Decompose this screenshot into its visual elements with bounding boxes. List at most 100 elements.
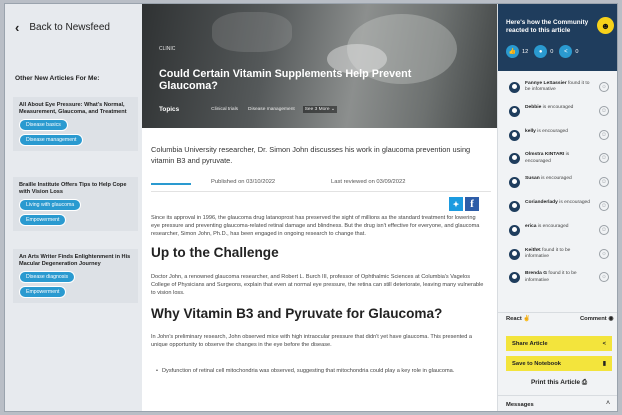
avatar bbox=[509, 177, 520, 189]
hero-image-decoration bbox=[212, 12, 292, 52]
chat-icon: ◉ bbox=[608, 316, 614, 322]
community-header: Here's how the Community reacted to this… bbox=[498, 4, 617, 71]
sidebar-heading: Other New Articles For Me: bbox=[15, 75, 100, 82]
avatar bbox=[509, 153, 520, 165]
lightbulb-icon: ☼ bbox=[599, 82, 609, 92]
thumbs-up-icon: 👍 bbox=[506, 45, 519, 58]
comment-label: Comment bbox=[580, 316, 607, 322]
share-icon: < bbox=[559, 45, 573, 58]
chevron-left-icon: ‹ bbox=[15, 20, 20, 35]
related-articles-sidebar: ‹ Back to Newsfeed Other New Articles Fo… bbox=[5, 4, 142, 411]
reactor-name: erica bbox=[525, 223, 537, 229]
comment-button[interactable]: Comment ◉ bbox=[580, 316, 613, 322]
reactor-name: Debbie bbox=[525, 104, 542, 110]
tag-pill[interactable]: Living with glaucoma bbox=[19, 199, 82, 211]
reactor-name: Susan bbox=[525, 176, 540, 182]
share-article-label: Share Article bbox=[512, 340, 548, 347]
article-intro: Columbia University researcher, Dr. Simo… bbox=[151, 145, 471, 165]
community-heading: Here's how the Community reacted to this… bbox=[506, 19, 589, 35]
avatar bbox=[509, 105, 520, 117]
reaction-text: is encouraged bbox=[537, 223, 569, 229]
reaction-item: Fannye LeSassier found it to be informat… bbox=[498, 77, 617, 101]
smile-icon: ☺ bbox=[599, 153, 609, 164]
messages-bar[interactable]: Messages ˄ bbox=[498, 395, 617, 411]
react-button[interactable]: React ✌ bbox=[506, 316, 531, 322]
avatar bbox=[509, 272, 520, 284]
divider bbox=[151, 191, 491, 192]
reaction-text: is encouraged bbox=[542, 104, 574, 110]
reviewed-date: Last reviewed on 03/09/2022 bbox=[331, 179, 406, 185]
tag-pill[interactable]: Empowerment bbox=[19, 286, 67, 298]
smile-icon: ☺ bbox=[599, 129, 609, 140]
related-article-title[interactable]: All About Eye Pressure: What's Normal, M… bbox=[19, 102, 132, 116]
tag-pill[interactable]: Empowerment bbox=[19, 214, 67, 226]
paragraph: In John's preliminary research, John obs… bbox=[151, 334, 473, 349]
save-to-notebook-button[interactable]: Save to Notebook ▮ bbox=[506, 356, 612, 371]
article-hero: CLINIC Could Certain Vitamin Supplements… bbox=[142, 4, 497, 128]
related-article-card[interactable]: All About Eye Pressure: What's Normal, M… bbox=[13, 97, 138, 151]
reactor-name: Brenda G bbox=[525, 271, 548, 277]
avatar bbox=[509, 129, 520, 141]
react-comment-bar: React ✌ Comment ◉ bbox=[498, 312, 617, 324]
published-date: Published on 03/10/2022 bbox=[211, 179, 276, 185]
print-article-button[interactable]: Print this Article ⎙ bbox=[498, 379, 617, 387]
share-article-button[interactable]: Share Article < bbox=[506, 336, 612, 351]
save-label: Save to Notebook bbox=[512, 360, 561, 367]
see-more-topics-button[interactable]: See 3 More ⌄ bbox=[302, 106, 337, 113]
comment-value: 0 bbox=[550, 48, 554, 55]
reaction-text: is encouraged bbox=[559, 199, 590, 205]
paragraph: Since its approval in 1996, the glaucoma… bbox=[151, 215, 480, 238]
reaction-text: is encouraged bbox=[541, 176, 572, 182]
list-item: Dysfunction of retinal cell mitochondria… bbox=[156, 367, 486, 375]
comment-icon: ● bbox=[534, 45, 548, 58]
reaction-feed: Fannye LeSassier found it to be informat… bbox=[498, 77, 617, 291]
smile-icon: ☺ bbox=[599, 105, 609, 116]
section-heading: Up to the Challenge bbox=[151, 245, 279, 260]
back-label: Back to Newsfeed bbox=[29, 22, 110, 33]
app-window: ‹ Back to Newsfeed Other New Articles Fo… bbox=[4, 3, 618, 412]
back-to-newsfeed-link[interactable]: ‹ Back to Newsfeed bbox=[15, 21, 110, 34]
react-label: React bbox=[506, 316, 522, 322]
share-count[interactable]: < 0 bbox=[559, 45, 578, 58]
reactor-name: KeithK bbox=[525, 247, 541, 253]
avatar bbox=[509, 248, 520, 260]
print-label: Print this Article bbox=[530, 379, 581, 386]
related-article-title[interactable]: An Arts Writer Finds Enlightenment in Hi… bbox=[19, 254, 132, 268]
smile-icon: ☺ bbox=[599, 200, 609, 211]
emoji-reaction-icon[interactable]: ☻ bbox=[597, 17, 614, 34]
smile-icon: ☺ bbox=[599, 224, 609, 235]
reactor-name: Corianderlady bbox=[525, 199, 558, 205]
paragraph: Doctor John, a renowned glaucoma researc… bbox=[151, 274, 484, 297]
topic-tag[interactable]: Disease management bbox=[246, 106, 297, 113]
related-article-card[interactable]: Braille Institute Offers Tips to Help Co… bbox=[13, 177, 138, 231]
thumbs-up-count[interactable]: 👍 12 bbox=[506, 45, 528, 58]
messages-label: Messages bbox=[506, 402, 534, 408]
tag-pill[interactable]: Disease basics bbox=[19, 119, 68, 131]
reaction-icon: ✌ bbox=[523, 316, 531, 322]
share-icon: < bbox=[602, 340, 606, 347]
comment-count[interactable]: ● 0 bbox=[534, 45, 553, 58]
community-panel: Here's how the Community reacted to this… bbox=[497, 4, 617, 411]
tag-pill[interactable]: Disease management bbox=[19, 134, 84, 146]
chevron-up-icon[interactable]: ˄ bbox=[606, 400, 610, 407]
topics-label: Topics bbox=[159, 106, 180, 113]
accent-rule bbox=[151, 183, 191, 185]
reaction-item: Brenda G found it to be informative ☼ bbox=[498, 267, 617, 291]
related-article-card[interactable]: An Arts Writer Finds Enlightenment in Hi… bbox=[13, 249, 138, 303]
print-icon: ⎙ bbox=[581, 379, 588, 386]
topics-row: Topics Clinical trials Disease managemen… bbox=[159, 106, 337, 113]
avatar bbox=[509, 82, 520, 93]
reactor-name: Fannye LeSassier bbox=[525, 81, 567, 86]
twitter-icon[interactable]: ✦ bbox=[449, 197, 463, 211]
article-title: Could Certain Vitamin Supplements Help P… bbox=[159, 68, 412, 92]
facebook-icon[interactable]: f bbox=[465, 197, 479, 211]
reaction-item: Debbie is encouraged ☺ bbox=[498, 101, 617, 125]
topic-tag[interactable]: Clinical trials bbox=[209, 106, 240, 113]
reactor-name: Olmstra KINTARI bbox=[525, 152, 565, 158]
related-article-title[interactable]: Braille Institute Offers Tips to Help Co… bbox=[19, 182, 132, 196]
smile-icon: ☺ bbox=[599, 177, 609, 188]
tag-pill[interactable]: Disease diagnosis bbox=[19, 271, 76, 283]
reaction-item: KeithK found it to be informative ☼ bbox=[498, 244, 617, 268]
reaction-text: is encouraged bbox=[537, 128, 568, 134]
reaction-item: Corianderlady is encouraged ☺ bbox=[498, 196, 617, 220]
